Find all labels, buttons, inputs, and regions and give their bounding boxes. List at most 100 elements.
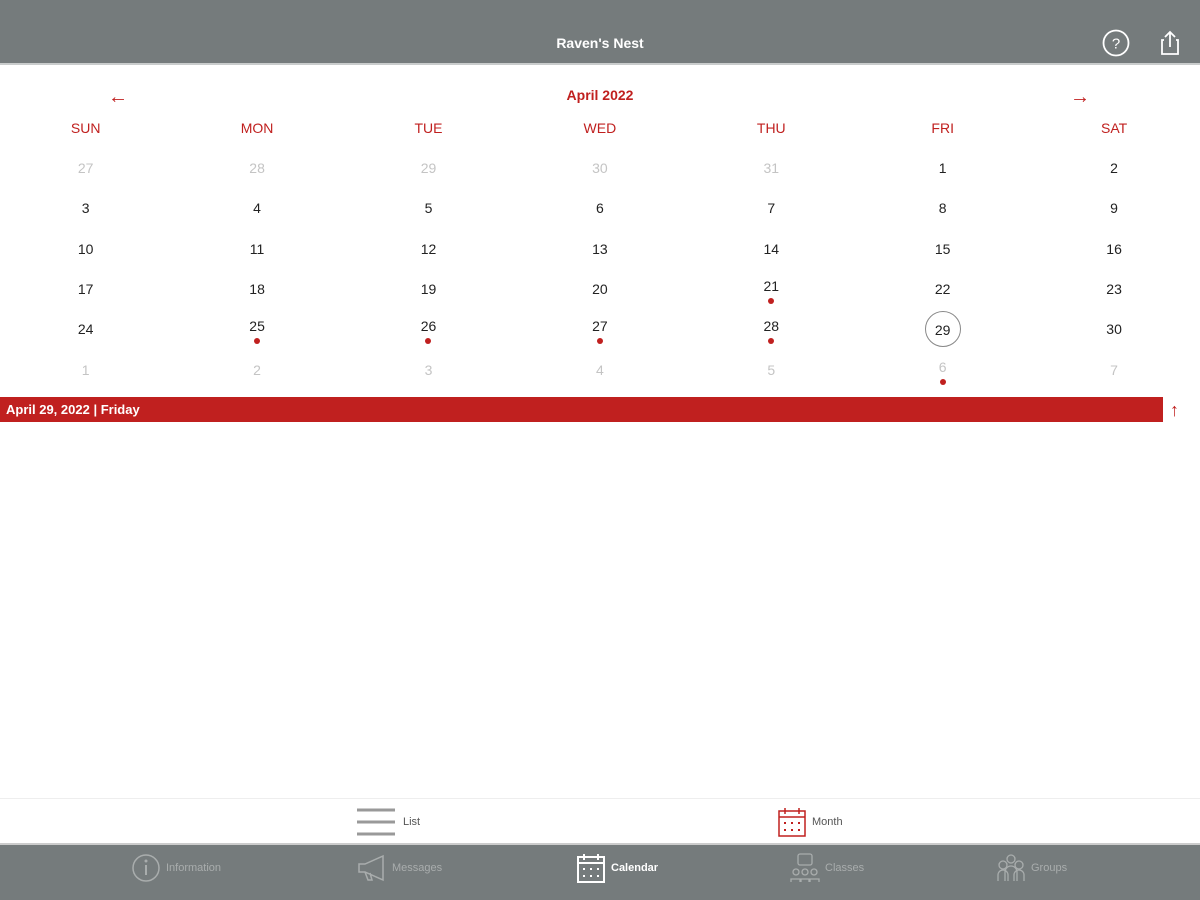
day-number: 5 [767, 362, 776, 378]
day-number: 29 [924, 311, 961, 347]
day-cell[interactable]: 30 [514, 150, 685, 190]
day-cell[interactable]: 24 [0, 311, 171, 351]
tab-groups[interactable]: Groups [996, 853, 1067, 883]
day-cell[interactable]: 16 [1028, 231, 1199, 271]
day-number: 30 [592, 160, 608, 176]
event-dot [596, 338, 603, 344]
day-cell[interactable]: 17 [0, 271, 171, 311]
day-number: 30 [1106, 321, 1122, 337]
day-cell[interactable]: 14 [686, 231, 857, 271]
day-cell[interactable]: 23 [1028, 271, 1199, 311]
day-cell[interactable]: 7 [1028, 352, 1199, 392]
megaphone-icon [358, 854, 384, 882]
tab-classes[interactable]: Classes [790, 853, 864, 883]
day-cell[interactable]: 22 [857, 271, 1028, 311]
day-number: 28 [249, 160, 265, 176]
day-cell[interactable]: 1 [857, 150, 1028, 190]
day-cell[interactable]: 27 [0, 150, 171, 190]
weekday-header: TUE [414, 120, 443, 136]
month-view-button[interactable]: Month [778, 807, 843, 837]
day-number: 7 [767, 200, 776, 216]
day-number: 15 [934, 241, 951, 257]
day-number: 6 [595, 200, 604, 216]
day-cell[interactable]: 18 [171, 271, 342, 311]
list-icon [357, 808, 395, 836]
help-circle-icon[interactable]: ? [1102, 29, 1130, 57]
group-icon [997, 854, 1025, 881]
day-cell[interactable]: 4 [514, 352, 685, 392]
day-cell[interactable]: 25 [171, 311, 342, 351]
day-cell[interactable]: 28 [686, 311, 857, 351]
day-number: 8 [938, 200, 947, 216]
day-cell[interactable]: 5 [343, 190, 514, 230]
day-cell[interactable]: 6 [514, 190, 685, 230]
day-number: 1 [938, 160, 947, 176]
page-title: Raven's Nest [556, 35, 644, 51]
weekday-header: WED [583, 120, 617, 136]
day-cell[interactable]: 27 [514, 311, 685, 351]
day-cell[interactable]: 30 [1028, 311, 1199, 351]
day-number: 16 [1106, 241, 1122, 257]
day-number: 4 [595, 362, 604, 378]
day-cell-today[interactable]: 29 [857, 311, 1028, 351]
day-cell[interactable]: 15 [857, 231, 1028, 271]
day-number: 3 [424, 362, 433, 378]
day-number: 22 [934, 281, 951, 297]
day-number: 2 [1110, 160, 1118, 176]
day-cell[interactable]: 12 [343, 231, 514, 271]
day-number: 31 [763, 160, 780, 176]
day-cell[interactable]: 3 [0, 190, 171, 230]
day-cell[interactable]: 19 [343, 271, 514, 311]
day-number: 14 [763, 241, 780, 257]
day-number: 17 [77, 281, 94, 297]
day-cell[interactable]: 10 [0, 231, 171, 271]
day-cell[interactable]: 4 [171, 190, 342, 230]
day-number: 24 [77, 321, 94, 337]
day-cell[interactable]: 13 [514, 231, 685, 271]
day-number: 10 [77, 241, 94, 257]
tab-messages[interactable]: Messages [357, 853, 442, 883]
tab-label: Groups [1031, 862, 1068, 874]
day-cell[interactable]: 9 [1028, 190, 1199, 230]
info-icon [132, 854, 160, 882]
day-number: 13 [592, 241, 608, 257]
day-cell[interactable]: 20 [514, 271, 685, 311]
weekday-header: FRI [931, 120, 954, 136]
weekday-header: SUN [70, 120, 101, 136]
day-number: 7 [1110, 362, 1118, 378]
tab-calendar[interactable]: Calendar [576, 853, 658, 883]
day-number: 27 [77, 160, 94, 176]
day-cell[interactable]: 3 [343, 352, 514, 392]
app-header: Raven's Nest ? [0, 0, 1200, 65]
tab-information[interactable]: Information [131, 853, 221, 883]
day-cell[interactable]: 1 [0, 352, 171, 392]
day-cell[interactable]: 29 [343, 150, 514, 190]
tab-label: Information [166, 862, 222, 874]
day-number: 4 [253, 200, 261, 216]
day-number: 9 [1110, 200, 1118, 216]
calendar-icon [778, 808, 806, 837]
day-cell[interactable]: 2 [1028, 150, 1199, 190]
day-cell[interactable]: 31 [686, 150, 857, 190]
day-cell[interactable]: 8 [857, 190, 1028, 230]
collapse-arrow-up-icon[interactable]: ↑ [1170, 400, 1179, 421]
day-cell[interactable]: 5 [686, 352, 857, 392]
next-month-button[interactable]: → [1070, 86, 1090, 109]
list-view-button[interactable]: List [357, 807, 420, 837]
day-cell[interactable]: 28 [171, 150, 342, 190]
day-cell[interactable]: 2 [171, 352, 342, 392]
day-cell[interactable]: 21 [686, 271, 857, 311]
day-cell[interactable]: 7 [686, 190, 857, 230]
calendar-icon [577, 854, 605, 883]
list-label: List [403, 816, 421, 828]
day-cell[interactable]: 11 [171, 231, 342, 271]
event-dot [939, 379, 946, 385]
share-icon[interactable] [1156, 29, 1184, 57]
day-cell[interactable]: 26 [343, 311, 514, 351]
tab-label: Classes [825, 862, 865, 874]
tab-label: Calendar [611, 862, 659, 874]
day-cell[interactable]: 6 [857, 352, 1028, 392]
day-number: 12 [420, 241, 437, 257]
weekday-header: SAT [1100, 120, 1128, 136]
classroom-icon [790, 853, 820, 882]
